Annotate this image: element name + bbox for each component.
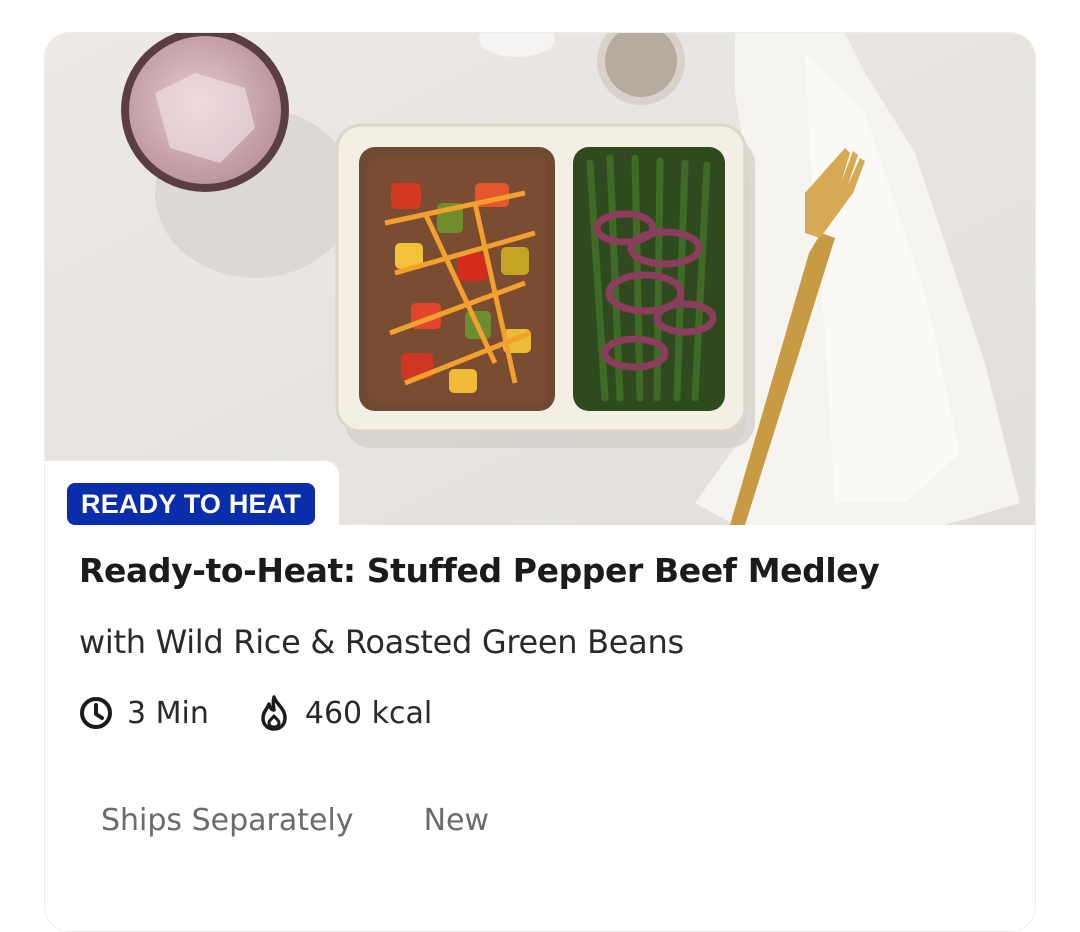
- ready-to-heat-badge: READY TO HEAT: [67, 483, 316, 525]
- tag-ships-separately: Ships Separately: [101, 803, 354, 838]
- tag-new: New: [423, 803, 489, 838]
- calories: 460 kcal: [257, 695, 432, 731]
- prep-time-value: 3 Min: [127, 695, 209, 731]
- meal-subtitle: with Wild Rice & Roasted Green Beans: [79, 623, 684, 661]
- flame-icon: [261, 695, 287, 731]
- meal-tags: Ships Separately New: [101, 803, 489, 838]
- meal-meta: 3 Min 460 kcal: [79, 695, 432, 731]
- meal-image[interactable]: [45, 33, 1035, 525]
- meal-title[interactable]: Ready-to-Heat: Stuffed Pepper Beef Medle…: [79, 551, 880, 590]
- prep-time: 3 Min: [79, 696, 209, 731]
- calories-value: 460 kcal: [304, 695, 433, 731]
- meal-card[interactable]: READY TO HEAT Ready-to-Heat: Stuffed Pep…: [44, 32, 1036, 932]
- clock-icon: [80, 697, 112, 729]
